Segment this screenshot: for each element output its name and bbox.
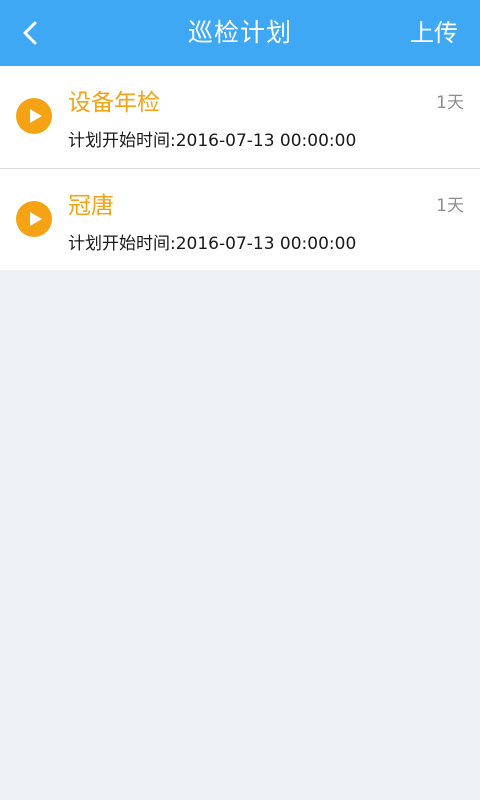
plan-start-time: 计划开始时间:2016-07-13 00:00:00 bbox=[68, 131, 357, 151]
top-bar: 巡检计划 上传 bbox=[0, 0, 480, 66]
play-icon[interactable] bbox=[16, 98, 52, 134]
page-title: 巡检计划 bbox=[187, 18, 292, 47]
plan-name: 设备年检 bbox=[68, 90, 160, 116]
upload-button[interactable]: 上传 bbox=[410, 0, 458, 66]
list-item[interactable]: 冠唐 计划开始时间:2016-07-13 00:00:00 1天 bbox=[0, 169, 480, 270]
plan-name: 冠唐 bbox=[68, 193, 114, 219]
plan-list: 设备年检 计划开始时间:2016-07-13 00:00:00 1天 冠唐 计划… bbox=[0, 66, 480, 270]
plan-start-time: 计划开始时间:2016-07-13 00:00:00 bbox=[68, 234, 357, 254]
plan-duration: 1天 bbox=[436, 196, 464, 216]
play-icon[interactable] bbox=[16, 201, 52, 237]
list-item[interactable]: 设备年检 计划开始时间:2016-07-13 00:00:00 1天 bbox=[0, 66, 480, 169]
plan-duration: 1天 bbox=[436, 93, 464, 113]
